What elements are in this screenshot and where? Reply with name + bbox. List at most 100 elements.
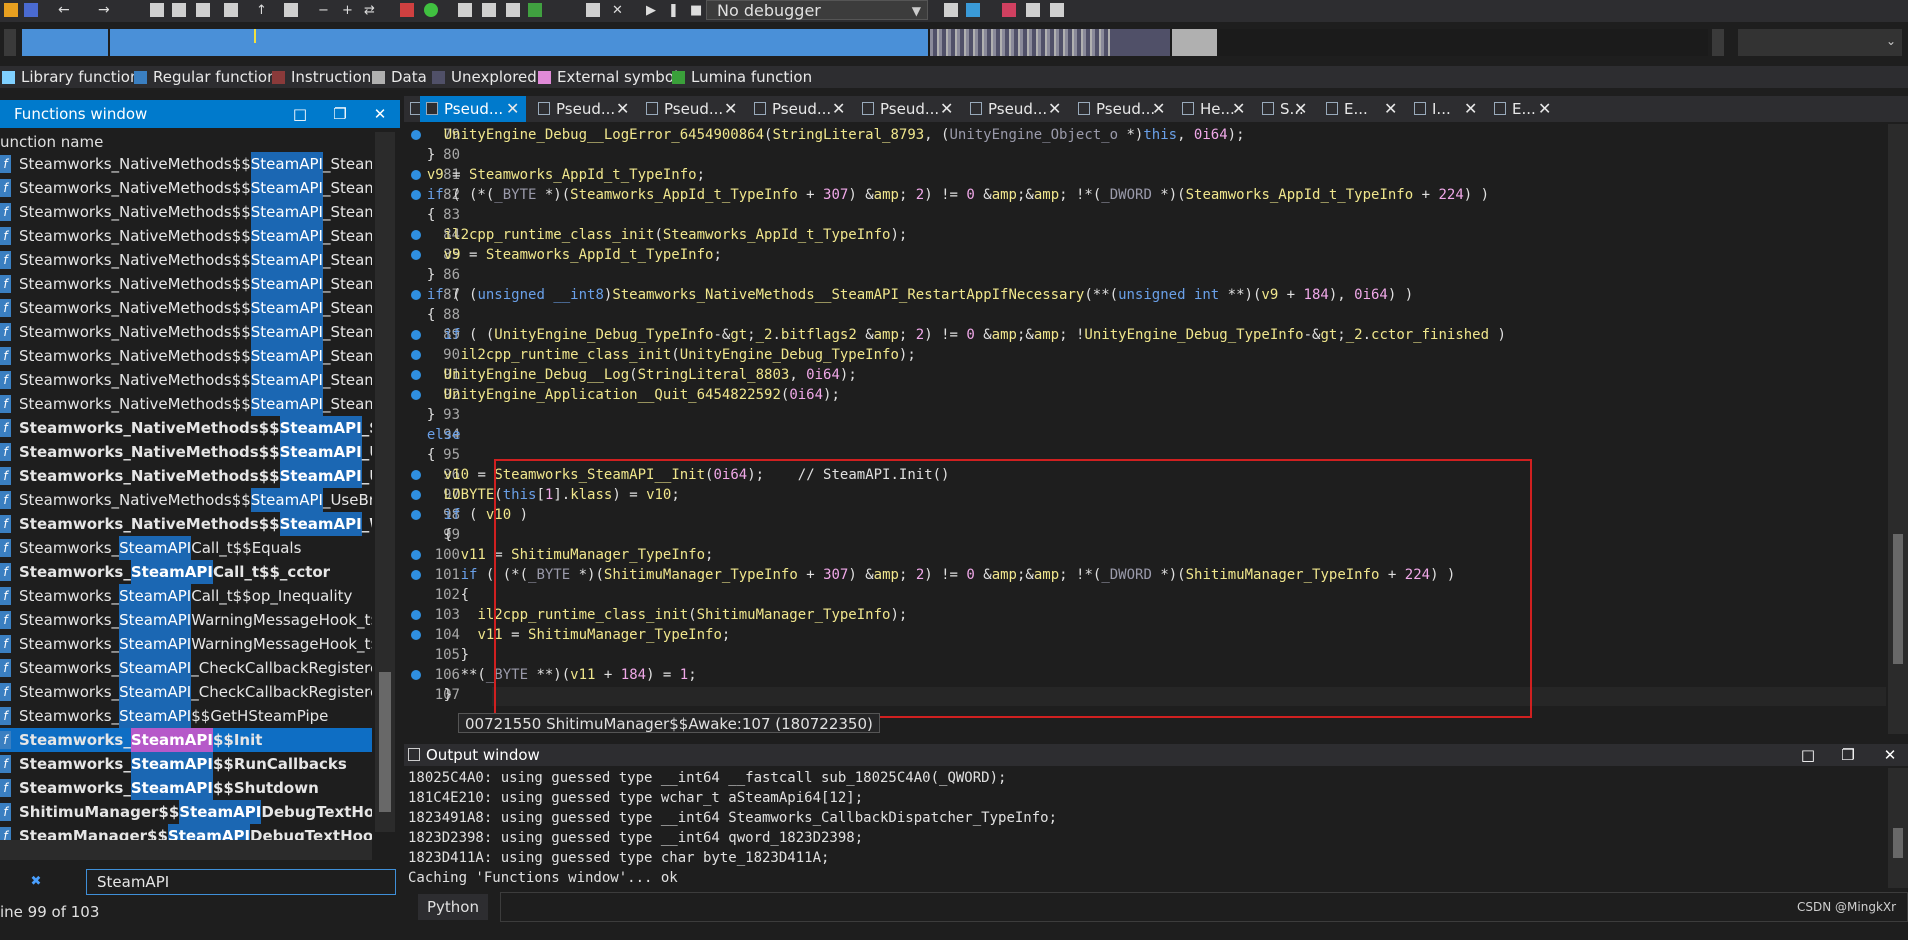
tool-icon-14[interactable] [1050, 3, 1064, 17]
scrollbar-thumb[interactable] [1893, 534, 1903, 664]
navigation-bar[interactable] [22, 29, 1708, 56]
function-row[interactable]: f Steamworks_NativeMethods$$SteamAPI_Stea… [0, 152, 372, 176]
text-a-icon[interactable] [400, 3, 414, 17]
play-icon[interactable]: ▶ [646, 3, 660, 18]
tool-icon-1[interactable] [150, 3, 164, 17]
close-tab-icon[interactable]: ✕ [1538, 96, 1551, 122]
function-row[interactable]: f Steamworks_SteamAPI$$Init [0, 728, 372, 752]
function-row[interactable]: f Steamworks_SteamAPI$$GetHSteamPipe [0, 704, 372, 728]
tool-icon-2[interactable] [172, 3, 186, 17]
function-row[interactable]: f Steamworks_NativeMethods$$SteamAPI_Unre… [0, 440, 372, 464]
navband-left-arrow[interactable] [4, 29, 16, 56]
up-arrow-icon[interactable]: ↑ [256, 3, 270, 18]
tab[interactable]: Pseud... ✕ [964, 96, 1068, 122]
maximize-icon[interactable]: □ [1800, 747, 1816, 763]
function-filter-input[interactable]: SteamAPI [86, 869, 396, 895]
code-line[interactable]: il2cpp_runtime_class_init(Steamworks_App… [410, 225, 908, 245]
tab[interactable]: Pseud... ✕ [1072, 96, 1172, 122]
tool-icon-9[interactable] [528, 3, 542, 17]
tab[interactable]: He... ✕ [1176, 96, 1252, 122]
close-tab-icon[interactable]: ✕ [1464, 96, 1477, 122]
tool-icon-6[interactable] [458, 3, 472, 17]
tab[interactable]: Pseud... ✕ [532, 96, 636, 122]
function-row[interactable]: f Steamworks_SteamAPI$$Shutdown [0, 776, 372, 800]
restore-icon[interactable]: ❐ [1840, 747, 1856, 763]
tool-icon-10[interactable] [944, 3, 958, 17]
tab[interactable]: Pseud... ✕ [640, 96, 744, 122]
function-row[interactable]: f Steamworks_NativeMethods$$SteamAPI_Stea… [0, 344, 372, 368]
code-vertical-scrollbar[interactable] [1888, 124, 1908, 734]
stop-icon[interactable]: ■ [690, 3, 704, 18]
code-line[interactable]: if ( (*(_BYTE *)(Steamworks_AppId_t_Type… [410, 185, 1489, 205]
tool-icon-11[interactable] [966, 3, 980, 17]
maximize-icon[interactable]: □ [292, 106, 308, 122]
function-row[interactable]: f Steamworks_NativeMethods$$SteamAPI_Stea… [0, 392, 372, 416]
debugger-select[interactable]: No debugger ▼ [706, 0, 928, 20]
function-row[interactable]: f Steamworks_SteamAPIWarningMessageHook_t… [0, 608, 372, 632]
tool-icon-7[interactable] [482, 3, 496, 17]
python-language-button[interactable]: Python [418, 894, 488, 920]
navband-right-arrow[interactable] [1712, 29, 1724, 56]
shuffle-icon[interactable]: ⇄ [364, 3, 378, 18]
scrollbar-thumb[interactable] [1893, 828, 1903, 858]
function-row[interactable]: f Steamworks_SteamAPICall_t$$Equals [0, 536, 372, 560]
function-row[interactable]: f Steamworks_NativeMethods$$SteamAPI_Stea… [0, 320, 372, 344]
close-tab-icon[interactable]: ✕ [1152, 96, 1165, 122]
close-icon[interactable]: ✕ [372, 106, 388, 122]
function-row[interactable]: f Steamworks_SteamAPICall_t$$_cctor [0, 560, 372, 584]
function-row[interactable]: f Steamworks_SteamAPI_CheckCallbackRegist… [0, 680, 372, 704]
tab[interactable]: Pseud... ✕ [748, 96, 852, 122]
back-icon[interactable]: ← [58, 3, 72, 17]
close-tab-icon[interactable]: ✕ [1048, 96, 1061, 122]
save-icon[interactable] [24, 3, 38, 17]
functions-horizontal-scrollbar[interactable] [0, 840, 372, 860]
function-row[interactable]: f Steamworks_NativeMethods$$SteamAPI_Stea… [0, 272, 372, 296]
pause-icon[interactable]: ❚ [668, 3, 682, 18]
tab[interactable]: Pseud... ✕ [420, 96, 526, 122]
code-line[interactable]: UnityEngine_Debug__LogError_6454900864(S… [410, 125, 1245, 145]
code-line[interactable]: } [410, 685, 452, 705]
code-line[interactable]: else [410, 425, 461, 445]
function-name-column-header[interactable]: unction name [0, 132, 375, 152]
code-line[interactable]: } [410, 265, 435, 285]
tab[interactable]: E... ✕ [1488, 96, 1558, 122]
tool-icon-4[interactable] [224, 3, 238, 17]
command-input[interactable] [500, 892, 1908, 922]
function-row[interactable]: f Steamworks_NativeMethods$$SteamAPI_Stea… [0, 224, 372, 248]
plus-icon[interactable]: + [342, 3, 356, 18]
function-row[interactable]: f Steamworks_NativeMethods$$SteamAPI_Writ… [0, 512, 372, 536]
forward-icon[interactable]: → [98, 3, 112, 17]
code-line[interactable]: if ( (UnityEngine_Debug_TypeInfo-&gt;_2.… [410, 325, 1506, 345]
close-tab-icon[interactable]: ✕ [1232, 96, 1245, 122]
code-line[interactable]: } [410, 145, 435, 165]
tab[interactable]: Pseud... ✕ [856, 96, 960, 122]
function-row[interactable]: f Steamworks_NativeMethods$$SteamAPI_Stea… [0, 416, 372, 440]
tool-icon-5[interactable] [284, 3, 298, 17]
function-row[interactable]: f Steamworks_NativeMethods$$SteamAPI_Stea… [0, 368, 372, 392]
close-tab-icon[interactable]: ✕ [724, 96, 737, 122]
tool-icon-8[interactable] [506, 3, 520, 17]
code-line[interactable]: v9 = Steamworks_AppId_t_TypeInfo; [410, 245, 722, 265]
code-line[interactable]: } [410, 645, 469, 665]
close-icon[interactable]: ✕ [1882, 747, 1898, 763]
close-tab-icon[interactable]: ✕ [1294, 96, 1307, 122]
edit-icon[interactable] [586, 3, 600, 17]
close-tab-icon[interactable]: ✕ [940, 96, 953, 122]
scrollbar-thumb[interactable] [379, 672, 391, 812]
code-line[interactable]: v9 = Steamworks_AppId_t_TypeInfo; [410, 165, 705, 185]
navband-dropdown[interactable]: ⌄ [1738, 29, 1902, 56]
pseudocode-view[interactable]: 79 80 81 82 83 84 85 86 87 88 89 90 91 92 93 94 95 96 97 98… [404, 124, 1908, 734]
close-tab-icon[interactable]: ✕ [1384, 96, 1397, 122]
function-row[interactable]: f Steamworks_NativeMethods$$SteamAPI_Stea… [0, 200, 372, 224]
function-row[interactable]: f Steamworks_NativeMethods$$SteamAPI_Stea… [0, 296, 372, 320]
code-line[interactable]: } [410, 405, 435, 425]
close-tab-icon[interactable]: ✕ [506, 96, 519, 122]
code-line[interactable]: { [410, 525, 452, 545]
function-row[interactable]: f Steamworks_NativeMethods$$SteamAPI_Unre… [0, 464, 372, 488]
tab[interactable]: S... ✕ [1256, 96, 1314, 122]
tab[interactable]: I... ✕ [1408, 96, 1484, 122]
function-row[interactable]: f Steamworks_SteamAPI_CheckCallbackRegist… [0, 656, 372, 680]
code-line[interactable]: UnityEngine_Application__Quit_6454822592… [410, 385, 840, 405]
tool-icon-13[interactable] [1026, 3, 1040, 17]
minus-icon[interactable]: − [318, 3, 332, 18]
